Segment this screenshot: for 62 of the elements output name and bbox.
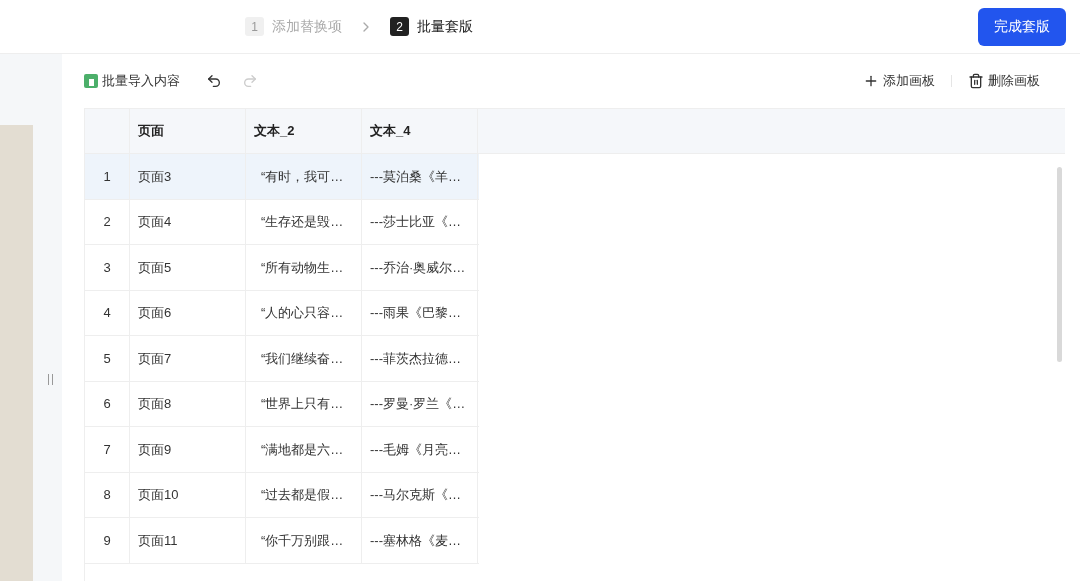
row-number: 2 xyxy=(103,213,111,231)
table-cell-text: ---菲茨杰拉德… xyxy=(370,349,461,368)
table-cell-text: 页面4 xyxy=(138,213,172,231)
table-cell-text: ---罗曼·罗兰《… xyxy=(370,395,466,413)
table-row[interactable]: 7 页面9 “满地都是六… ---毛姆《月亮… xyxy=(85,427,479,473)
row-number: 8 xyxy=(103,486,111,504)
table-row[interactable]: 9 页面11 “你千万别跟… ---塞林格《麦… xyxy=(85,518,479,564)
row-number: 3 xyxy=(103,258,111,277)
table-cell-text: 页面11 xyxy=(138,531,178,550)
import-button[interactable]: 批量导入内容 xyxy=(84,71,180,91)
undo-icon xyxy=(206,73,222,89)
column-header: 文本_4 xyxy=(370,122,411,141)
table-cell-text: “人的心只容… xyxy=(261,304,344,322)
drag-handle-icon[interactable] xyxy=(48,374,53,385)
step-label[interactable]: 批量套版 xyxy=(417,16,473,37)
table-cell-text: “世界上只有… xyxy=(261,395,344,413)
table-cell-text: 页面10 xyxy=(138,486,179,504)
table-cell-text: “我们继续奋… xyxy=(261,349,344,368)
plus-icon xyxy=(863,73,879,89)
table-row[interactable]: 3 页面5 “所有动物生… ---乔治·奥威尔… xyxy=(85,245,479,291)
row-number: 5 xyxy=(103,349,111,368)
table-cell-text: ---莫泊桑《羊… xyxy=(370,167,461,186)
trash-icon xyxy=(968,73,984,89)
column-header: 文本_2 xyxy=(254,122,295,141)
table-cell-text: ---毛姆《月亮… xyxy=(370,440,461,459)
row-number: 1 xyxy=(103,167,111,186)
table-row[interactable]: 6 页面8 “世界上只有… ---罗曼·罗兰《… xyxy=(85,381,479,427)
table-cell-text: ---马尔克斯《… xyxy=(370,486,461,504)
table-cell-text: “有时，我可… xyxy=(261,167,344,186)
table-cell-text: “满地都是六… xyxy=(261,440,344,459)
table-row[interactable]: 5 页面7 “我们继续奋… ---菲茨杰拉德… xyxy=(85,336,479,382)
table-cell-text: ---莎士比亚《… xyxy=(370,213,461,231)
sheet-icon xyxy=(84,74,98,88)
table-cell-text: “你千万别跟… xyxy=(261,531,344,550)
table-cell-text: 页面6 xyxy=(138,304,172,322)
table-cell-text: ---塞林格《麦… xyxy=(370,531,461,550)
add-board-button[interactable]: 添加画板 xyxy=(863,71,935,91)
row-number: 7 xyxy=(103,440,111,459)
table-row[interactable]: 4 页面6 “人的心只容… ---雨果《巴黎… xyxy=(85,290,479,336)
table-row[interactable]: 2 页面4 “生存还是毁… ---莎士比亚《… xyxy=(85,199,479,245)
table-cell-text: “所有动物生… xyxy=(261,258,344,277)
table-row[interactable]: 1 页面3 “有时，我可… ---莫泊桑《羊… xyxy=(85,154,479,200)
row-number: 4 xyxy=(103,304,111,322)
table-cell-text: 页面5 xyxy=(138,258,172,277)
table-cell-text: 页面7 xyxy=(138,349,172,368)
scrollbar[interactable] xyxy=(1057,167,1062,362)
table-cell-text: 页面9 xyxy=(138,440,172,459)
table-cell-text: ---乔治·奥威尔… xyxy=(370,258,466,277)
table-cell-text: ---雨果《巴黎… xyxy=(370,304,461,322)
table-cell-text: 页面8 xyxy=(138,395,172,413)
table-cell-text: “生存还是毁… xyxy=(261,213,344,231)
redo-icon xyxy=(242,73,258,89)
row-number: 6 xyxy=(103,395,111,413)
finish-button[interactable]: 完成套版 xyxy=(978,7,1066,46)
step-number: 1 xyxy=(245,17,264,36)
table-cell-text: “过去都是假… xyxy=(261,486,344,504)
step-number: 2 xyxy=(390,17,409,36)
delete-board-button[interactable]: 删除画板 xyxy=(968,71,1040,91)
table-cell-text: 页面3 xyxy=(138,167,172,186)
table-row[interactable]: 8 页面10 “过去都是假… ---马尔克斯《… xyxy=(85,472,479,518)
row-number: 9 xyxy=(103,531,111,550)
column-header: 页面 xyxy=(138,122,164,141)
